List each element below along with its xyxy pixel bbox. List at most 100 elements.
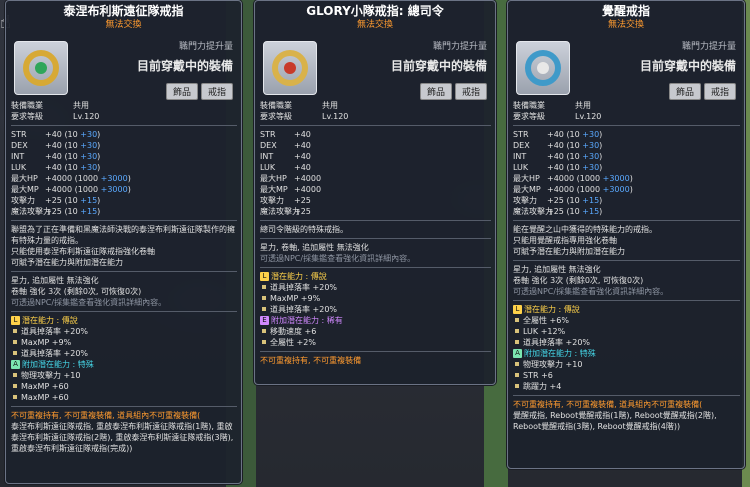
stat-row: 攻擊力 +25 (10 +15) <box>513 195 740 206</box>
enhance-note: 可透過NPC/採集鑑查看強化資訊詳細內容。 <box>260 254 416 263</box>
stat-row: INT +40 (10 +30) <box>11 151 237 162</box>
stat-value: +40 <box>547 130 564 139</box>
tag-ring: 戒指 <box>200 83 233 100</box>
stat-name: LUK <box>513 163 529 172</box>
tag-ring: 戒指 <box>454 83 487 100</box>
additional-potential-line: 物理攻擊力 +10 <box>21 371 81 380</box>
enhance-line: 星力, 追加屬性 無法強化 <box>11 276 99 285</box>
tooltip-header: 覺醒戒指 無法交換 <box>508 1 744 31</box>
tag-accessory: 飾品 <box>668 83 701 100</box>
equip-restriction: 不可重複持有, 不可重複裝備 <box>260 356 362 365</box>
stat-value: +4000 <box>294 185 322 194</box>
stat-name: STR <box>11 130 27 139</box>
stat-row: LUK +40 (10 +30) <box>513 162 740 173</box>
potential-label: 潛在能力 : 傳說 <box>524 305 580 314</box>
legendary-badge-icon: L <box>513 305 522 314</box>
stat-detail: (10 <box>566 141 583 150</box>
job-label: 裝備職業 <box>260 101 292 110</box>
stat-bonus: +15 <box>582 196 600 205</box>
legendary-badge-icon: L <box>260 272 269 281</box>
tooltip-header: 泰涅布利斯遠征隊戒指 無法交換 <box>6 1 241 31</box>
desc-line: 只能用覺醒戒指專用強化卷軸 <box>513 236 617 245</box>
tag-ring: 戒指 <box>703 83 736 100</box>
additional-potential-label: 附加潛在能力 : 特殊 <box>524 349 596 358</box>
stat-bonus: +15 <box>80 196 98 205</box>
additional-potential-line: 全屬性 +2% <box>270 338 316 347</box>
enhance-line: 星力, 卷軸, 追加屬性 無法強化 <box>260 243 369 252</box>
tag-accessory: 飾品 <box>165 83 198 100</box>
job-value: 共用 <box>322 101 338 110</box>
tooltip-body: 裝備職業 共用 要求等級 Lv.120 STR +40 DEX +40 INT +40 L… <box>260 100 491 366</box>
enhance-line: 星力, 追加屬性 無法強化 <box>513 265 601 274</box>
stat-detail-close: ) <box>97 207 101 216</box>
equipped-label: 目前穿戴中的裝備 <box>136 59 233 73</box>
stat-detail-close: ) <box>97 163 101 172</box>
stat-value: +40 <box>294 152 311 161</box>
stat-name: INT <box>513 152 527 161</box>
tooltip-body: 裝備職業 共用 要求等級 Lv.120 STR +40 (10 +30) DEX +40 … <box>513 100 740 432</box>
stat-detail-close: ) <box>599 152 603 161</box>
level-value: Lv.120 <box>73 112 100 121</box>
stat-bonus: +30 <box>80 163 98 172</box>
epic-badge-icon: E <box>260 316 269 325</box>
stat-value: +25 <box>45 196 62 205</box>
potential-line: 道具掉落率 +20% <box>21 327 89 336</box>
stat-value: +25 <box>45 207 62 216</box>
potential-line: LUK +12% <box>523 327 566 336</box>
trade-status: 無法交換 <box>607 20 644 30</box>
stat-bonus: +30 <box>582 163 600 172</box>
stat-detail-close: ) <box>97 196 101 205</box>
item-description: 聯盟為了正在準備和黑魔法師決戰的泰涅布利斯遠征隊製作的擁有特殊力量的戒指。 只能… <box>11 224 237 268</box>
desc-line: 可賦予潛在能力與附加潛在能力 <box>513 247 625 256</box>
stat-row: 最大MP +4000 <box>260 184 491 195</box>
stat-value: +4000 <box>45 185 73 194</box>
stat-detail: (1000 <box>74 174 101 183</box>
stat-name: 魔法攻擊力 <box>260 207 300 216</box>
stat-list: STR +40 (10 +30) DEX +40 (10 +30) INT +40 (10… <box>513 129 740 217</box>
stat-row: DEX +40 (10 +30) <box>11 140 237 151</box>
additional-potential-line: 物理攻擊力 +10 <box>523 360 583 369</box>
stat-value: +4000 <box>547 185 575 194</box>
stat-detail-close: ) <box>599 196 603 205</box>
additional-badge-icon: A <box>11 360 20 369</box>
stat-bonus: +30 <box>80 130 98 139</box>
stat-row: STR +40 (10 +30) <box>11 129 237 140</box>
stat-value: +25 <box>294 207 311 216</box>
stat-detail-close: ) <box>97 141 101 150</box>
stat-value: +40 <box>45 130 62 139</box>
equipped-label: 目前穿戴中的裝備 <box>639 59 736 73</box>
stat-row: 攻擊力 +25 (10 +15) <box>11 195 237 206</box>
stat-value: +40 <box>294 141 311 150</box>
item-title: GLORY小隊戒指: 總司令 <box>306 4 444 18</box>
enhance-note: 可透過NPC/採集鑑查看強化資訊詳細內容。 <box>11 298 167 307</box>
stat-detail: (1000 <box>74 185 101 194</box>
ring-icon <box>516 41 570 95</box>
stat-bonus: +30 <box>80 152 98 161</box>
stat-name: 魔法攻擊力 <box>11 207 51 216</box>
stat-name: DEX <box>260 141 277 150</box>
enhance-line: 卷軸 強化 3次 (剩餘0次, 可恢復0次) <box>11 287 142 296</box>
stat-value: +40 <box>45 152 62 161</box>
stat-name: 最大HP <box>260 174 287 183</box>
stat-detail-close: ) <box>629 185 633 194</box>
legendary-badge-icon: L <box>11 316 20 325</box>
stat-row: INT +40 <box>260 151 491 162</box>
stat-value: +25 <box>547 207 564 216</box>
stat-bonus: +15 <box>80 207 98 216</box>
stat-name: DEX <box>513 141 530 150</box>
item-tooltip-card: 覺醒戒指 無法交換 職門力提升量 目前穿戴中的裝備 飾品 戒指 裝備職業 共用 要… <box>507 0 745 469</box>
additional-potential-line: 移動速度 +6 <box>270 327 317 336</box>
trade-status: 無法交換 <box>105 20 142 30</box>
stat-detail: (1000 <box>576 174 603 183</box>
stat-value: +4000 <box>45 174 73 183</box>
level-value: Lv.120 <box>575 112 602 121</box>
potential-line: 道具掉落率 +20% <box>21 349 89 358</box>
item-tooltip-card: GLORY小隊戒指: 總司令 無法交換 職門力提升量 目前穿戴中的裝備 飾品 戒… <box>254 0 496 385</box>
stat-name: STR <box>260 130 276 139</box>
stat-name: 攻擊力 <box>260 196 284 205</box>
enhance-note: 可透過NPC/採集鑑查看強化資訊詳細內容。 <box>513 287 669 296</box>
stat-detail: (10 <box>566 130 583 139</box>
desc-line: 聯盟為了正在準備和黑魔法師決戰的泰涅布利斯遠征隊製作的擁有特殊力量的戒指。 <box>11 225 235 245</box>
item-title: 覺醒戒指 <box>601 4 650 18</box>
stat-detail: (10 <box>566 152 583 161</box>
